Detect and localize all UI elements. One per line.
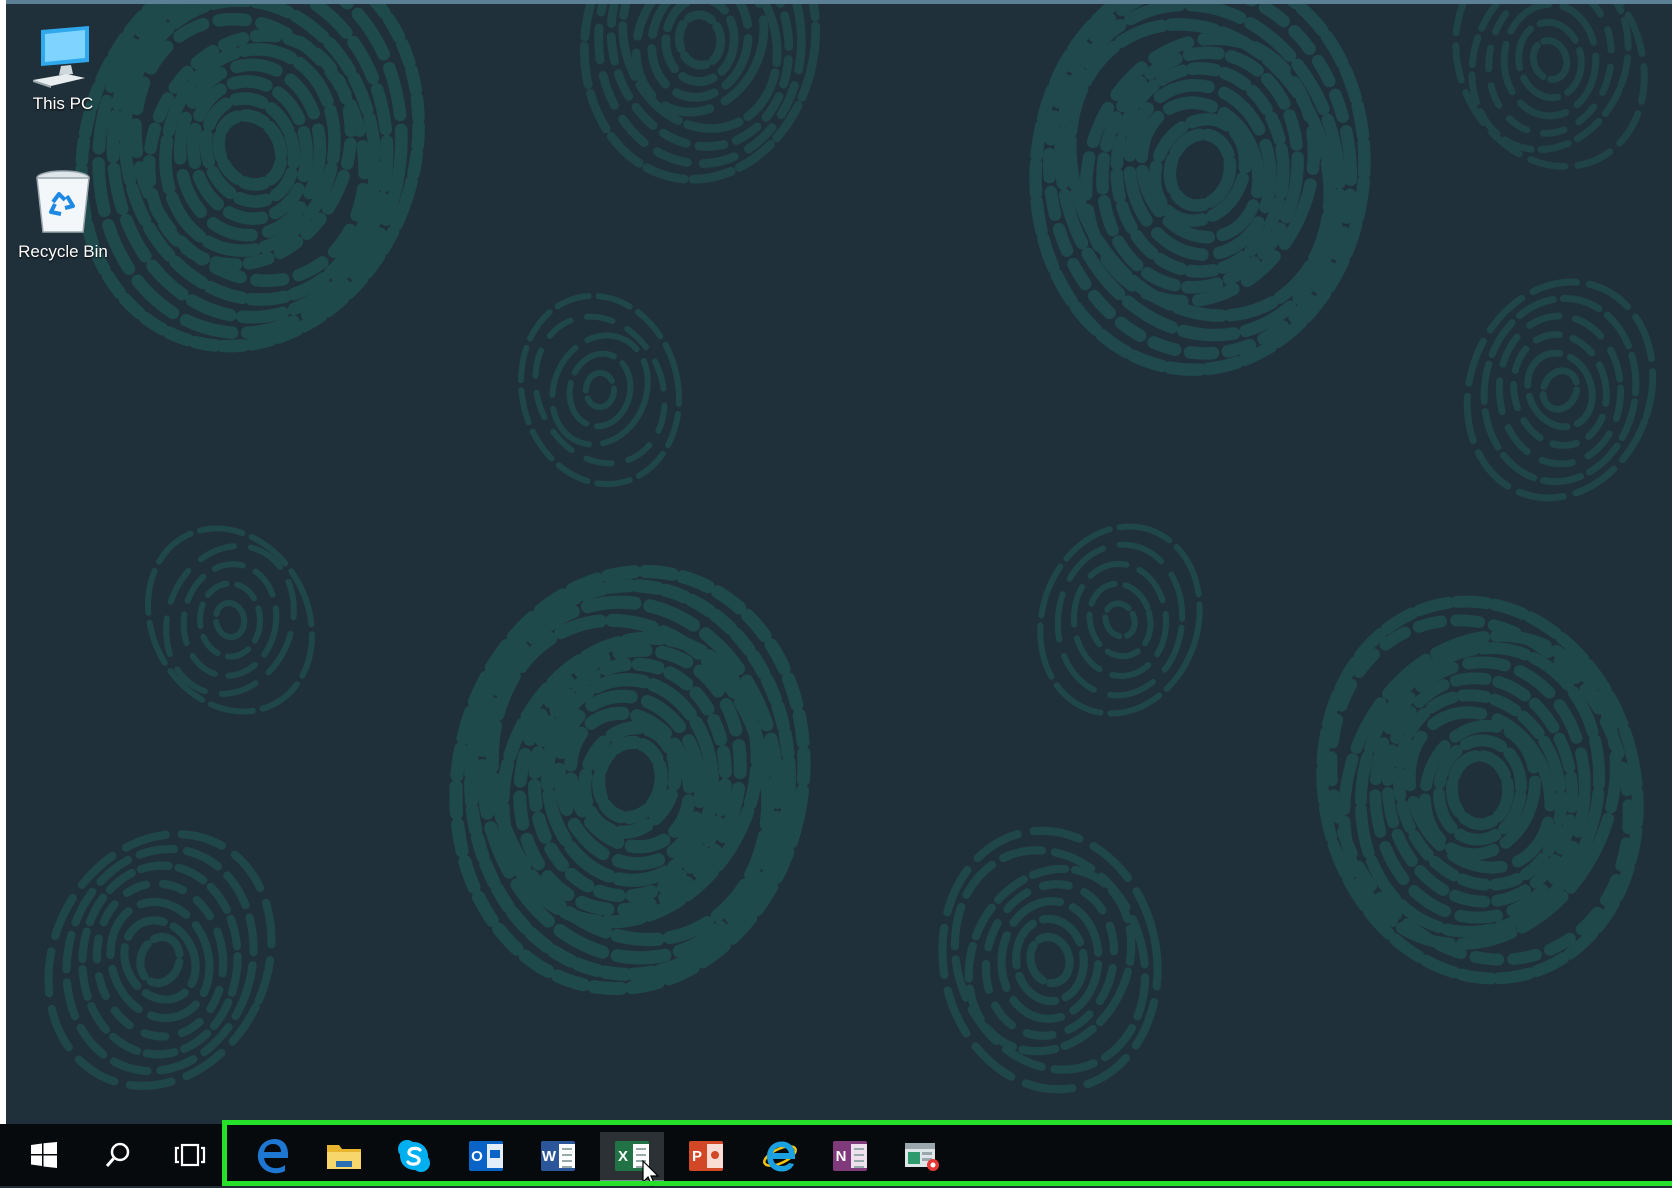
- search-button[interactable]: [86, 1124, 150, 1186]
- fingerprint-pattern: [1463, 278, 1657, 502]
- desktop: This PC Recycle Bin: [0, 0, 1672, 1124]
- fingerprint-pattern: [44, 830, 276, 1090]
- fingerprint-pattern: [518, 292, 682, 488]
- fingerprint-pattern: [1316, 595, 1644, 985]
- fingerprint-pattern: [579, 0, 821, 184]
- fingerprint-pattern: [938, 826, 1162, 1094]
- desktop-icon-label: Recycle Bin: [18, 242, 108, 261]
- computer-icon: [33, 26, 89, 88]
- task-view-icon: [174, 1143, 206, 1167]
- fingerprint-pattern: [145, 525, 315, 715]
- fingerprint-pattern: [1029, 0, 1371, 376]
- fingerprint-wallpaper: [44, 0, 1657, 1094]
- window-left-border: [0, 0, 6, 1124]
- desktop-icon-recycle-bin[interactable]: Recycle Bin: [8, 168, 118, 262]
- desktop-icon-this-pc[interactable]: This PC: [8, 24, 118, 114]
- pinned-apps-highlight: [222, 1120, 1672, 1186]
- recycle-bin-icon: [36, 170, 90, 233]
- search-icon: [105, 1142, 130, 1167]
- task-view-button[interactable]: [158, 1124, 222, 1186]
- fingerprint-pattern: [449, 564, 811, 996]
- windows-logo-icon: [31, 1142, 57, 1168]
- start-button[interactable]: [12, 1124, 76, 1186]
- fingerprint-pattern: [1037, 523, 1203, 717]
- desktop-icon-label: This PC: [32, 94, 94, 113]
- window-top-border: [0, 0, 1672, 4]
- fingerprint-pattern: [1452, 0, 1648, 170]
